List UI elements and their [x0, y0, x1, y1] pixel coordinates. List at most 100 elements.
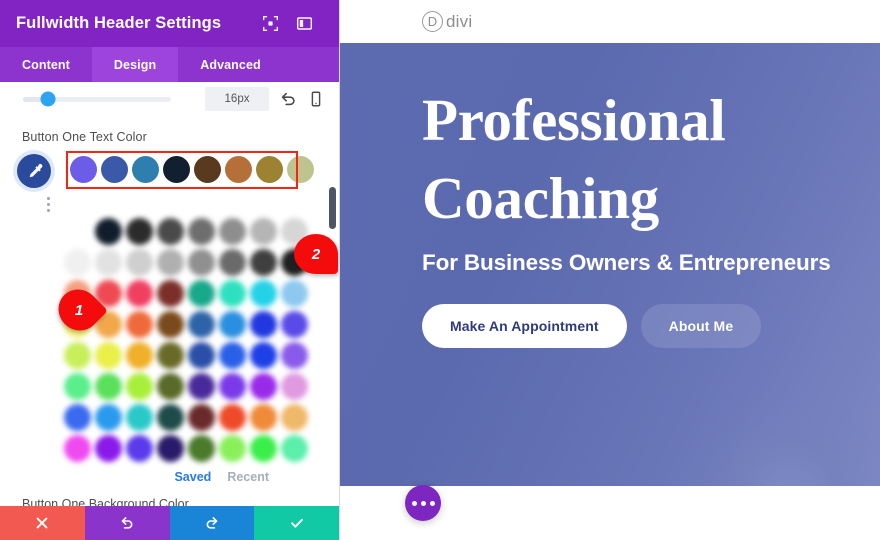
palette-swatch-6-5[interactable]	[219, 404, 246, 431]
cancel-button[interactable]	[0, 506, 85, 540]
palette-swatch-2-6[interactable]	[250, 280, 277, 307]
button-two-about-me[interactable]: About Me	[640, 303, 762, 348]
palette-swatch-4-2[interactable]	[126, 342, 153, 369]
palette-swatch-1-1[interactable]	[95, 249, 122, 276]
palette-swatch-4-7[interactable]	[281, 342, 308, 369]
palette-swatch-0-2[interactable]	[126, 218, 153, 245]
palette-swatch-4-3[interactable]	[157, 342, 184, 369]
panel-scrollbar-thumb[interactable]	[329, 187, 336, 229]
palette-swatch-1-2[interactable]	[126, 249, 153, 276]
palette-swatch-5-7[interactable]	[281, 373, 308, 400]
palette-swatch-0-3[interactable]	[157, 218, 184, 245]
palette-swatch-4-0[interactable]	[64, 342, 91, 369]
palette-swatch-0-1[interactable]	[95, 218, 122, 245]
expand-icon[interactable]	[262, 15, 279, 32]
preset-swatch-7[interactable]	[287, 156, 314, 183]
palette-swatch-0-4[interactable]	[188, 218, 215, 245]
palette-swatch-1-4[interactable]	[188, 249, 215, 276]
palette-swatch-6-0[interactable]	[64, 404, 91, 431]
palette-swatch-2-0[interactable]	[64, 280, 91, 307]
palette-swatch-4-6[interactable]	[250, 342, 277, 369]
tab-advanced[interactable]: Advanced	[178, 47, 283, 82]
site-logo[interactable]: D divi	[422, 11, 472, 32]
palette-swatch-7-6[interactable]	[250, 435, 277, 462]
palette-swatch-3-1[interactable]	[95, 311, 122, 338]
palette-swatch-3-0[interactable]	[64, 311, 91, 338]
palette-swatch-4-5[interactable]	[219, 342, 246, 369]
preset-swatch-3[interactable]	[163, 156, 190, 183]
picker-drag-handle[interactable]	[30, 197, 67, 212]
panel-scrollbar[interactable]	[329, 82, 336, 506]
palette-swatch-5-5[interactable]	[219, 373, 246, 400]
mobile-icon[interactable]	[307, 90, 325, 108]
palette-swatch-5-6[interactable]	[250, 373, 277, 400]
palette-swatch-7-7[interactable]	[281, 435, 308, 462]
tab-content[interactable]: Content	[0, 47, 92, 82]
palette-swatch-0-7[interactable]	[281, 218, 308, 245]
size-value-input[interactable]: 16px	[205, 87, 269, 111]
saved-link[interactable]: Saved	[174, 470, 211, 484]
panel-header: Fullwidth Header Settings	[0, 0, 339, 47]
palette-swatch-0-6[interactable]	[250, 218, 277, 245]
preset-swatch-2[interactable]	[132, 156, 159, 183]
palette-swatch-7-4[interactable]	[188, 435, 215, 462]
preset-swatch-6[interactable]	[256, 156, 283, 183]
undo-button[interactable]	[84, 506, 170, 540]
preset-swatch-5[interactable]	[225, 156, 252, 183]
palette-swatch-5-1[interactable]	[95, 373, 122, 400]
redo-button[interactable]	[169, 506, 255, 540]
divi-builder-fab[interactable]	[405, 485, 441, 521]
palette-swatch-0-0[interactable]	[64, 218, 91, 245]
palette-swatch-2-4[interactable]	[188, 280, 215, 307]
palette-swatch-0-5[interactable]	[219, 218, 246, 245]
palette-swatch-7-5[interactable]	[219, 435, 246, 462]
palette-swatch-1-5[interactable]	[219, 249, 246, 276]
palette-swatch-2-1[interactable]	[95, 280, 122, 307]
palette-swatch-1-0[interactable]	[64, 249, 91, 276]
palette-swatch-5-4[interactable]	[188, 373, 215, 400]
preset-swatch-4[interactable]	[194, 156, 221, 183]
preset-swatch-0[interactable]	[70, 156, 97, 183]
palette-swatch-6-6[interactable]	[250, 404, 277, 431]
palette-swatch-4-1[interactable]	[95, 342, 122, 369]
palette-swatch-4-4[interactable]	[188, 342, 215, 369]
palette-swatch-6-4[interactable]	[188, 404, 215, 431]
palette-swatch-7-0[interactable]	[64, 435, 91, 462]
palette-swatch-7-3[interactable]	[157, 435, 184, 462]
button-one-make-appointment[interactable]: Make An Appointment	[422, 303, 627, 348]
palette-swatch-3-4[interactable]	[188, 311, 215, 338]
palette-swatch-6-3[interactable]	[157, 404, 184, 431]
palette-swatch-3-6[interactable]	[250, 311, 277, 338]
preset-swatch-1[interactable]	[101, 156, 128, 183]
palette-swatch-7-2[interactable]	[126, 435, 153, 462]
palette-swatch-5-0[interactable]	[64, 373, 91, 400]
undo-icon[interactable]	[279, 90, 297, 108]
palette-swatch-1-7[interactable]	[281, 249, 308, 276]
tab-design[interactable]: Design	[91, 47, 179, 82]
eyedropper-button[interactable]	[17, 154, 51, 188]
palette-swatch-3-3[interactable]	[157, 311, 184, 338]
eyedropper-wrap	[17, 152, 67, 212]
palette-swatch-7-1[interactable]	[95, 435, 122, 462]
palette-swatch-3-7[interactable]	[281, 311, 308, 338]
palette-swatch-6-1[interactable]	[95, 404, 122, 431]
palette-grid[interactable]	[64, 218, 339, 462]
palette-swatch-2-2[interactable]	[126, 280, 153, 307]
website-preview: D divi Professional Coaching For Busines…	[340, 0, 880, 540]
palette-swatch-2-3[interactable]	[157, 280, 184, 307]
palette-swatch-6-2[interactable]	[126, 404, 153, 431]
save-button[interactable]	[254, 506, 339, 540]
size-slider-track[interactable]	[23, 91, 171, 107]
size-slider-knob[interactable]	[40, 91, 56, 107]
layout-split-icon[interactable]	[296, 15, 313, 32]
palette-swatch-2-5[interactable]	[219, 280, 246, 307]
palette-swatch-5-2[interactable]	[126, 373, 153, 400]
palette-swatch-5-3[interactable]	[157, 373, 184, 400]
recent-link[interactable]: Recent	[227, 470, 269, 484]
palette-swatch-2-7[interactable]	[281, 280, 308, 307]
palette-swatch-1-3[interactable]	[157, 249, 184, 276]
palette-swatch-1-6[interactable]	[250, 249, 277, 276]
palette-swatch-6-7[interactable]	[281, 404, 308, 431]
palette-swatch-3-5[interactable]	[219, 311, 246, 338]
palette-swatch-3-2[interactable]	[126, 311, 153, 338]
